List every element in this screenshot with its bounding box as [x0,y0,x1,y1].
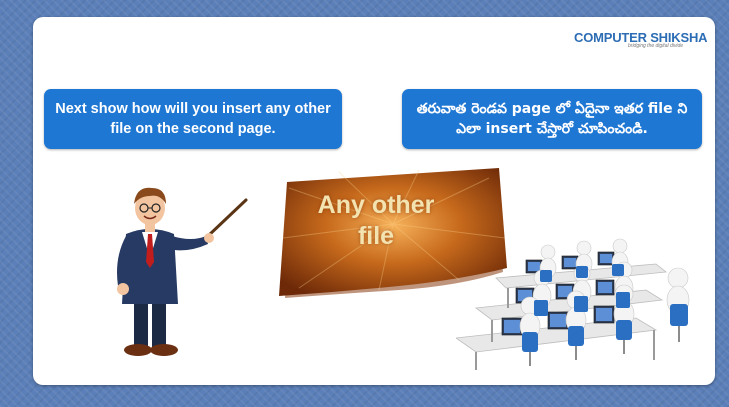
banner-line2: file [357,222,395,250]
instruction-telugu: తరువాత రెండవ page లో ఏదైనా ఇతర file ని ఎ… [402,89,702,149]
computer-classroom-illustration [456,238,690,370]
instruction-telugu-text: తరువాత రెండవ page లో ఏదైనా ఇతర file ని ఎ… [416,101,688,137]
logo-tagline: bridging the digital divide [628,43,684,49]
banner-text: Any other file [296,190,456,252]
banner-line1: Any other [317,191,435,219]
teacher-illustration [117,187,248,356]
instruction-english-text: Next show how will you insert any other … [55,101,331,137]
instruction-english: Next show how will you insert any other … [44,89,342,149]
computer-shiksha-logo: COMPUTER SHIKSHA bridging the digital di… [574,29,709,53]
